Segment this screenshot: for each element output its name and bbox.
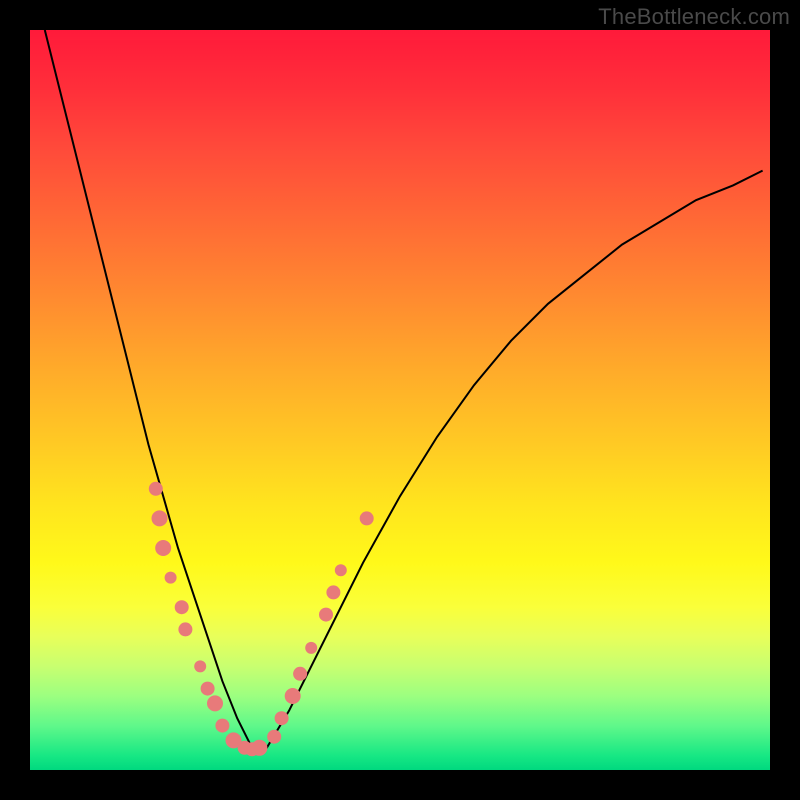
data-point (165, 572, 177, 584)
data-point (155, 540, 171, 556)
data-point (360, 511, 374, 525)
data-point (201, 682, 215, 696)
plot-area (30, 30, 770, 770)
data-point (285, 688, 301, 704)
chart-frame: TheBottleneck.com (0, 0, 800, 800)
data-point (326, 585, 340, 599)
data-point (175, 600, 189, 614)
data-point (152, 510, 168, 526)
data-point (251, 740, 267, 756)
bottleneck-curve-svg (30, 30, 770, 770)
data-point (319, 608, 333, 622)
data-point (149, 482, 163, 496)
data-point (305, 642, 317, 654)
bottleneck-curve (45, 30, 763, 748)
watermark-brand: TheBottleneck.com (598, 4, 790, 30)
data-point (293, 667, 307, 681)
data-point (215, 719, 229, 733)
data-point (207, 695, 223, 711)
data-point (194, 660, 206, 672)
data-point (178, 622, 192, 636)
data-point (335, 564, 347, 576)
data-point (267, 730, 281, 744)
data-point (275, 711, 289, 725)
